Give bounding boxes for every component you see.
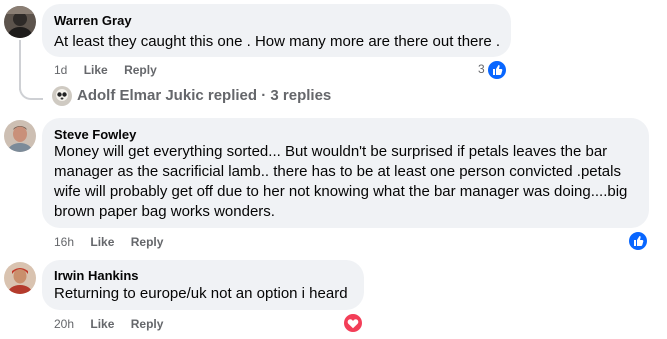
reaction-count: 3 [478,62,485,76]
reply-button[interactable]: Reply [124,62,157,78]
reply-button[interactable]: Reply [131,234,164,250]
avatar-warren-gray[interactable] [4,6,36,38]
thread-connector [19,84,43,100]
comment-text: Money will get everything sorted... But … [54,143,628,220]
view-replies-link[interactable]: Adolf Elmar Jukic replied · 3 replies [77,86,331,106]
comment-actions: 16h Like Reply [54,234,163,250]
comment-bubble: Steve Fowley Money will get everything s… [42,118,649,228]
comment-bubble: Warren Gray At least they caught this on… [42,4,511,57]
like-button[interactable]: Like [90,316,114,332]
comment-text: Returning to europe/uk not an option i h… [54,285,348,302]
thread-line [19,40,21,90]
love-reaction-icon[interactable] [342,312,364,334]
comment-actions: 1d Like Reply [54,62,157,78]
comment-bubble: Irwin Hankins Returning to europe/uk not… [42,260,364,310]
reply-button[interactable]: Reply [131,316,164,332]
comment-text: At least they caught this one . How many… [54,33,501,50]
avatar-irwin-hankins[interactable] [4,262,36,294]
comment-author[interactable]: Irwin Hankins [54,268,139,284]
avatar-steve-fowley[interactable] [4,120,36,152]
like-button[interactable]: Like [90,234,114,250]
like-reaction-icon [486,59,508,81]
comment-actions: 20h Like Reply [54,316,163,332]
comment-timestamp[interactable]: 1d [54,62,67,78]
like-reaction-icon[interactable] [627,230,649,252]
like-button[interactable]: Like [84,62,108,78]
comment-author[interactable]: Warren Gray [54,13,132,29]
comment-author[interactable]: Steve Fowley [54,127,136,143]
avatar-adolf-elmar-jukic[interactable] [52,86,72,106]
comment-timestamp[interactable]: 16h [54,234,74,250]
comment-timestamp[interactable]: 20h [54,316,74,332]
